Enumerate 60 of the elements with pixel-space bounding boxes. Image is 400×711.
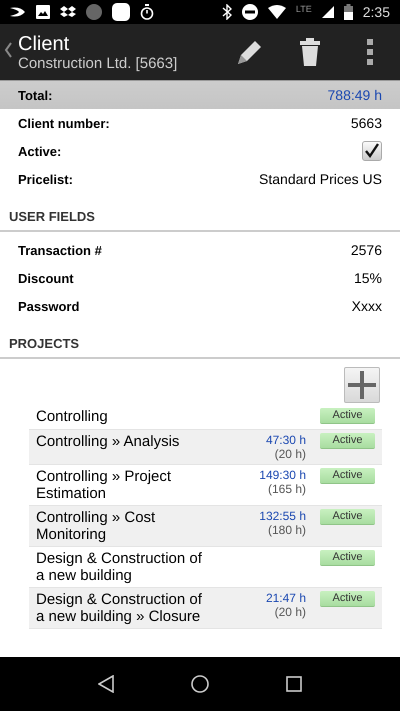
total-value: 788:49 h <box>328 87 382 103</box>
time-estimate: (20 h) <box>274 447 306 461</box>
stopwatch-icon <box>140 4 154 20</box>
time-estimate: (20 h) <box>274 605 306 619</box>
recents-icon[interactable] <box>286 676 302 692</box>
image-icon <box>36 5 50 19</box>
more-options-icon[interactable] <box>367 39 373 65</box>
status-badge: Active <box>320 591 375 607</box>
field-label: Discount <box>18 270 74 286</box>
dropbox-icon <box>60 5 76 19</box>
trash-icon[interactable] <box>300 38 320 66</box>
project-name: Controlling » Project Estimation <box>36 468 172 502</box>
project-name: Design & Construction of a new building <box>36 550 203 584</box>
field-label: Password <box>18 298 80 314</box>
screen-subtitle: Construction Ltd. [5663] <box>18 54 178 72</box>
screen-title: Client <box>18 32 70 54</box>
field-value: 2576 <box>350 242 382 258</box>
project-name: Design & Construction of a new building » Closure <box>36 591 203 625</box>
network-type: LTE <box>296 4 312 14</box>
project-row[interactable]: Design & Construction of a new building » Closure 21:47 h (20 h) Active <box>29 588 382 629</box>
home-icon[interactable] <box>190 675 209 693</box>
section-header: USER FIELDS <box>0 193 400 232</box>
circle-icon <box>86 4 102 20</box>
signal-icon <box>322 6 334 18</box>
add-button[interactable] <box>344 367 380 403</box>
field-label: Transaction # <box>18 242 102 258</box>
total-label: Total: <box>18 88 52 102</box>
battery-icon <box>344 4 353 20</box>
project-row[interactable]: Controlling » Cost Monitoring 132:55 h (180 h) Active <box>29 506 382 547</box>
do-not-disturb-icon <box>242 4 258 20</box>
status-badge: Active <box>320 550 375 566</box>
bluetooth-icon <box>222 4 232 20</box>
status-badge: Active <box>320 408 375 424</box>
field-value: 15% <box>354 270 382 286</box>
checkbox[interactable] <box>362 141 382 161</box>
field-value: Standard Prices US <box>259 171 382 187</box>
project-name: Controlling » Cost Monitoring <box>36 509 156 543</box>
project-row[interactable]: Controlling » Analysis 47:30 h (20 h) Active <box>29 430 382 465</box>
time-estimate: (165 h) <box>268 482 306 496</box>
time-spent: 47:30 h <box>266 433 306 447</box>
field-label: Pricelist: <box>18 172 73 186</box>
project-name: Controlling <box>36 408 109 425</box>
status-badge: Active <box>320 433 375 449</box>
back-nav-icon[interactable] <box>98 675 114 693</box>
field-value: 5663 <box>350 115 382 131</box>
field-label: Active: <box>18 144 62 158</box>
field-value: Xxxx <box>352 298 382 314</box>
time-spent: 149:30 h <box>259 468 306 482</box>
clock: 2:35 <box>362 4 390 20</box>
keyboard-app-icon <box>10 6 26 18</box>
wifi-icon <box>268 5 286 19</box>
section-header: PROJECTS <box>0 320 400 359</box>
time-spent: 132:55 h <box>259 509 306 523</box>
square-icon <box>112 3 130 21</box>
time-spent: 21:47 h <box>266 591 306 605</box>
status-badge: Active <box>320 509 375 525</box>
time-estimate: (180 h) <box>268 523 306 537</box>
status-badge: Active <box>320 468 375 484</box>
field-label: Client number: <box>18 116 110 130</box>
project-name: Controlling » Analysis <box>36 433 180 450</box>
